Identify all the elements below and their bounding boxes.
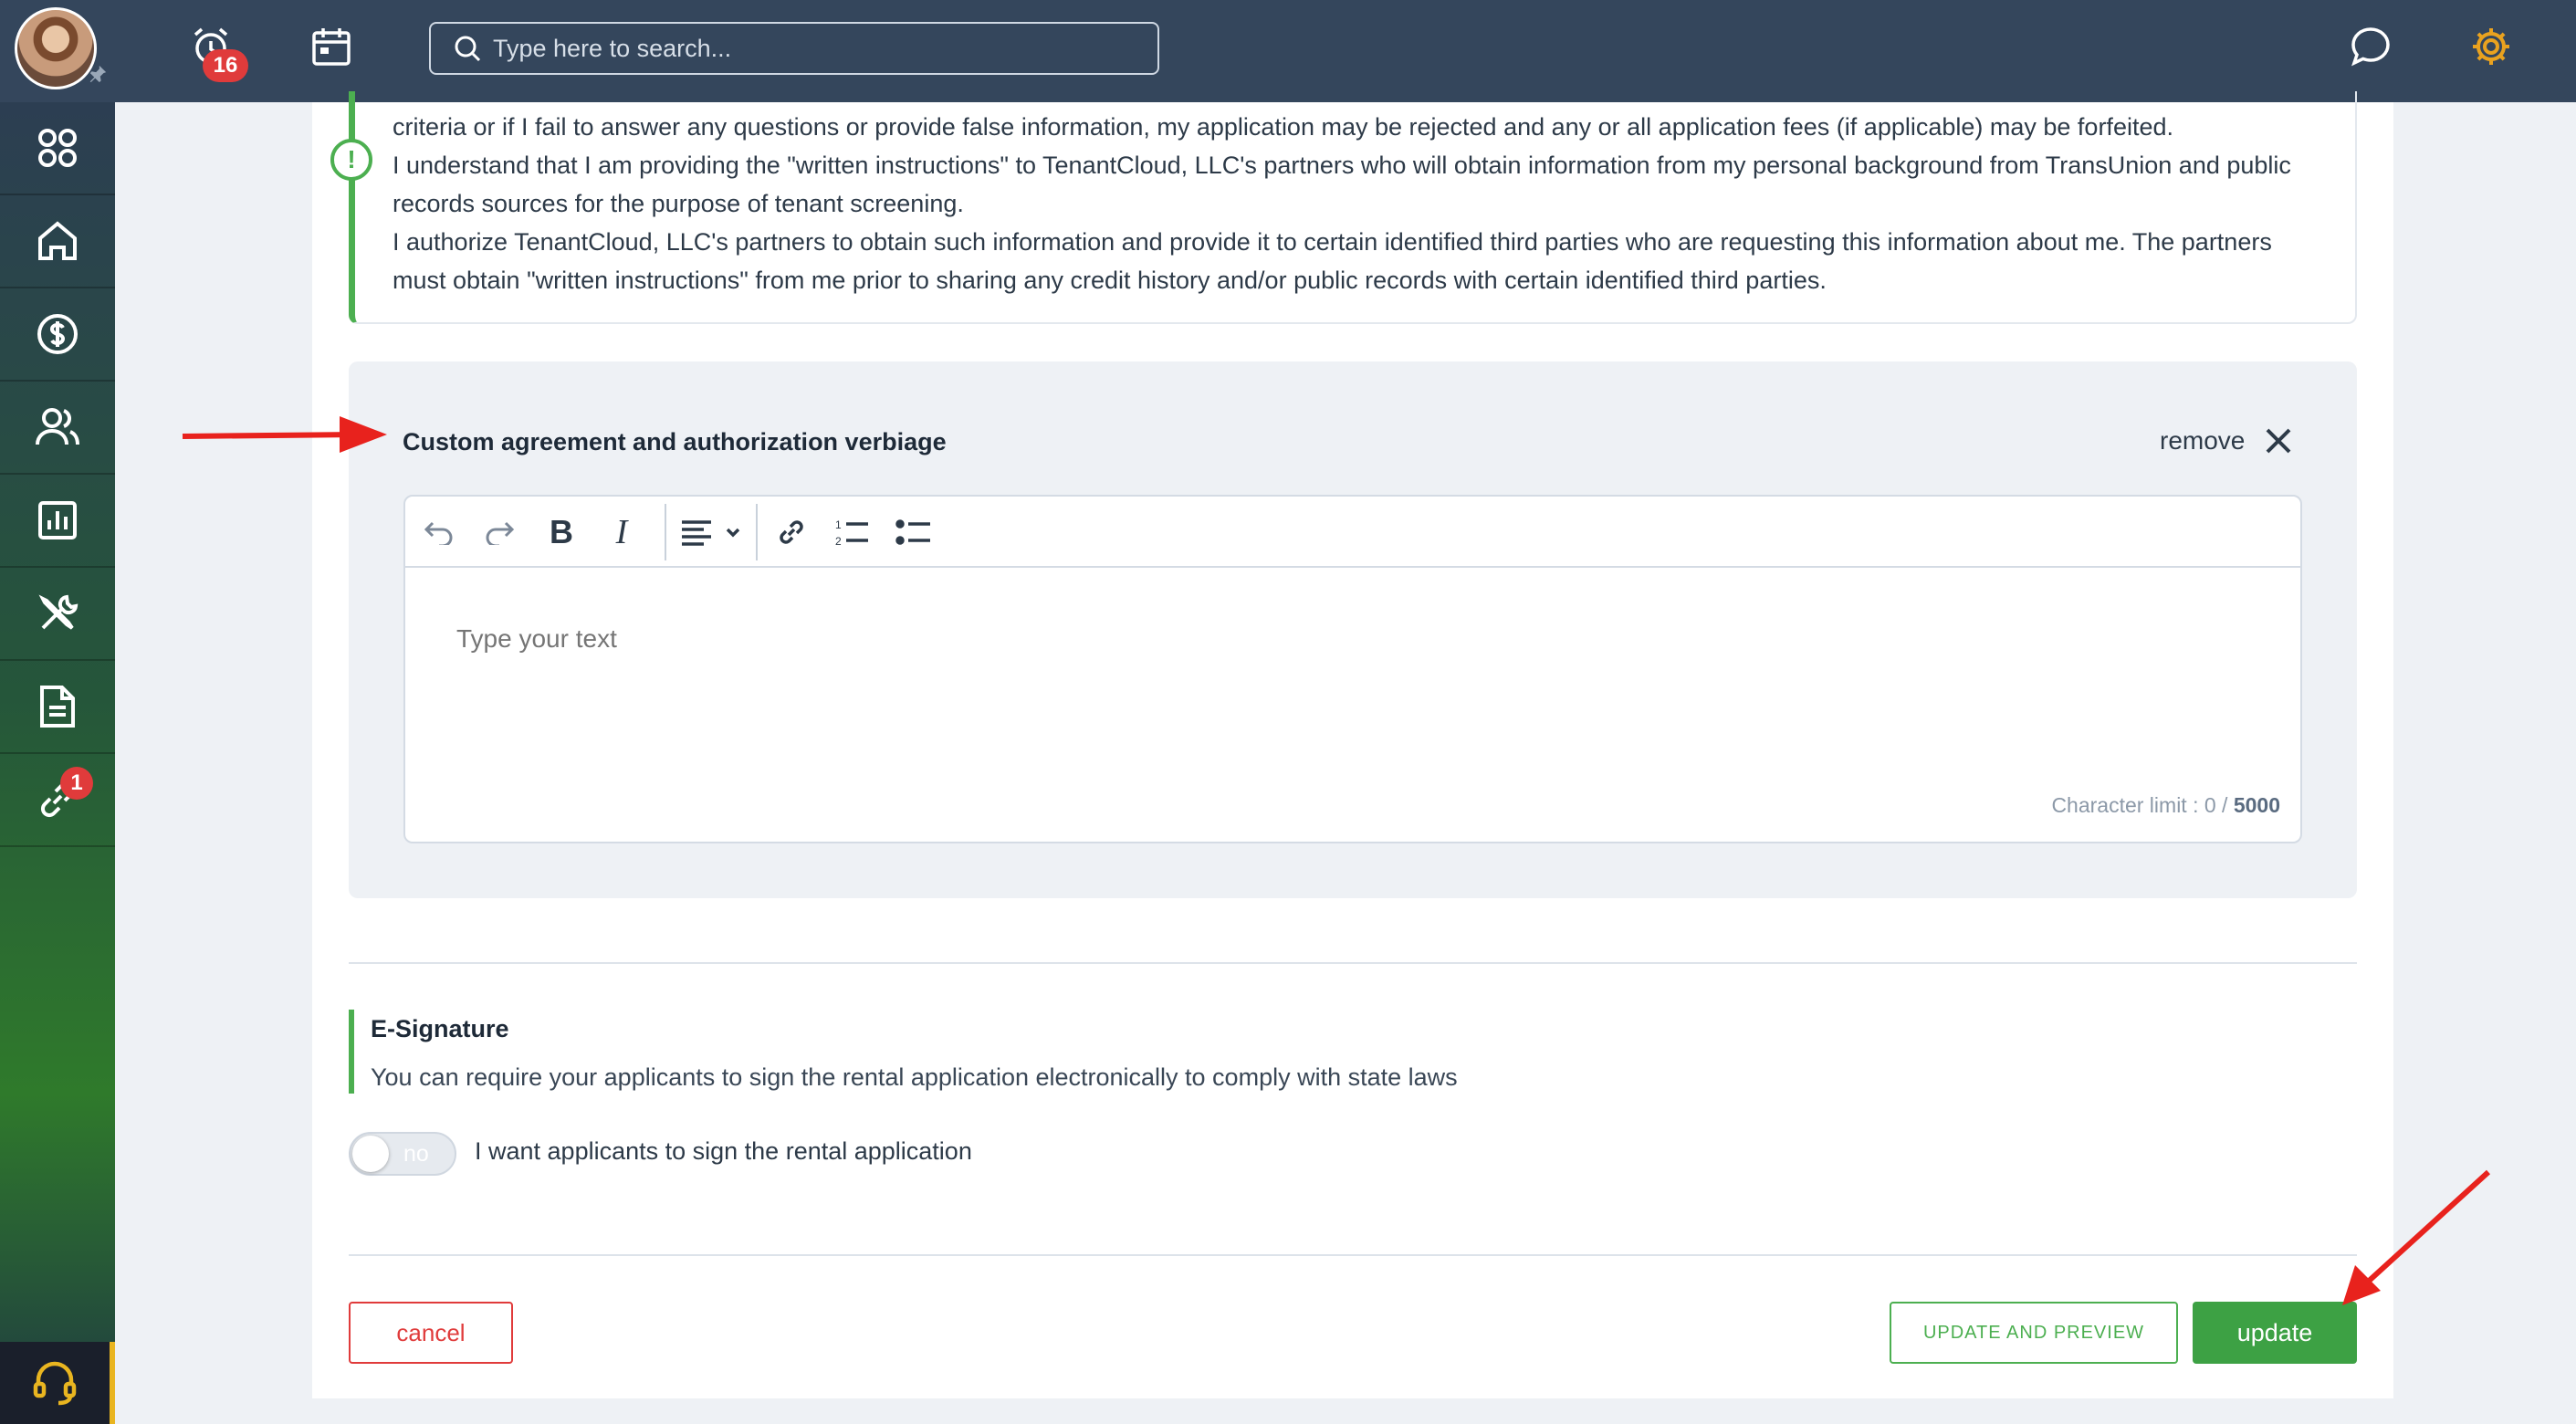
section-divider (349, 962, 2357, 964)
esignature-title: E-Signature (371, 1015, 509, 1042)
headset-icon (33, 1361, 77, 1406)
sidebar-item-home[interactable] (0, 195, 115, 288)
character-limit-label: Character limit : 0 / (2051, 793, 2234, 817)
toggle-knob (352, 1136, 389, 1172)
sidebar-item-documents[interactable] (0, 661, 115, 754)
ordered-list-icon[interactable]: 12 (831, 511, 873, 553)
grid-icon (38, 129, 77, 167)
toolbar-separator (665, 504, 666, 560)
update-and-preview-button[interactable]: UPDATE AND PREVIEW (1890, 1302, 2178, 1364)
home-icon (38, 221, 77, 260)
integrations-badge: 1 (60, 767, 93, 800)
sidebar-item-dashboard[interactable] (0, 102, 115, 195)
chart-icon (38, 501, 77, 539)
top-bar: 16 (0, 0, 2576, 102)
support-button[interactable] (0, 1342, 115, 1424)
agreement-text: criteria or if I fail to answer any ques… (393, 108, 2328, 299)
rich-text-editor: B I 12 Character limit : 0 / 5000 (403, 495, 2302, 843)
search-input[interactable] (493, 34, 1132, 63)
esignature-description: You can require your applicants to sign … (371, 1063, 1458, 1091)
document-icon (40, 686, 75, 728)
agreement-line: criteria or if I fail to answer any ques… (393, 113, 2173, 141)
bullet-list-icon[interactable] (893, 511, 935, 553)
esignature-toggle[interactable]: no (349, 1132, 456, 1176)
calendar-icon[interactable] (307, 22, 356, 71)
sidebar-item-people[interactable] (0, 382, 115, 475)
editor-toolbar: B I 12 (405, 497, 2300, 568)
alert-circle-icon: ! (330, 139, 372, 181)
remove-button[interactable]: remove (2160, 425, 2294, 456)
character-limit: Character limit : 0 / 5000 (2051, 793, 2280, 818)
update-button[interactable]: update (2193, 1302, 2357, 1364)
tools-icon (38, 594, 79, 630)
sidebar-item-reports[interactable] (0, 475, 115, 568)
sidebar: 1 (0, 102, 115, 1424)
users-icon (36, 408, 79, 445)
align-dropdown-icon[interactable] (675, 511, 749, 553)
agreement-line: I authorize TenantCloud, LLC's partners … (393, 228, 2272, 294)
alerts-badge: 16 (203, 49, 248, 82)
dollar-icon (37, 314, 78, 354)
italic-icon[interactable]: I (601, 511, 643, 553)
bold-icon[interactable]: B (540, 511, 582, 553)
section-divider (349, 1254, 2357, 1256)
character-limit-max: 5000 (2233, 793, 2280, 817)
redo-icon[interactable] (478, 511, 520, 553)
custom-agreement-title: Custom agreement and authorization verbi… (403, 428, 947, 455)
esignature-toggle-label: I want applicants to sign the rental app… (475, 1137, 972, 1165)
sidebar-item-integrations[interactable]: 1 (0, 754, 115, 847)
toolbar-separator (756, 504, 758, 560)
agreement-line: I understand that I am providing the "wr… (393, 152, 2291, 217)
esignature-accent-bar (349, 1010, 354, 1094)
cancel-button[interactable]: cancel (349, 1302, 513, 1364)
toggle-state-label: no (403, 1141, 429, 1167)
user-avatar[interactable] (15, 7, 97, 89)
sidebar-item-accounting[interactable] (0, 288, 115, 382)
gear-icon[interactable] (2466, 22, 2516, 71)
remove-label: remove (2160, 426, 2246, 455)
pin-icon (89, 65, 107, 83)
editor-text-area[interactable] (456, 624, 2191, 654)
link-icon[interactable] (770, 511, 812, 553)
search-icon (455, 36, 481, 62)
search-bar[interactable] (429, 22, 1159, 75)
sidebar-item-maintenance[interactable] (0, 568, 115, 661)
svg-text:2: 2 (835, 535, 842, 548)
svg-text:1: 1 (835, 518, 842, 531)
undo-icon[interactable] (418, 511, 460, 553)
close-icon (2266, 428, 2291, 454)
chat-bubble-icon[interactable] (2346, 22, 2395, 71)
